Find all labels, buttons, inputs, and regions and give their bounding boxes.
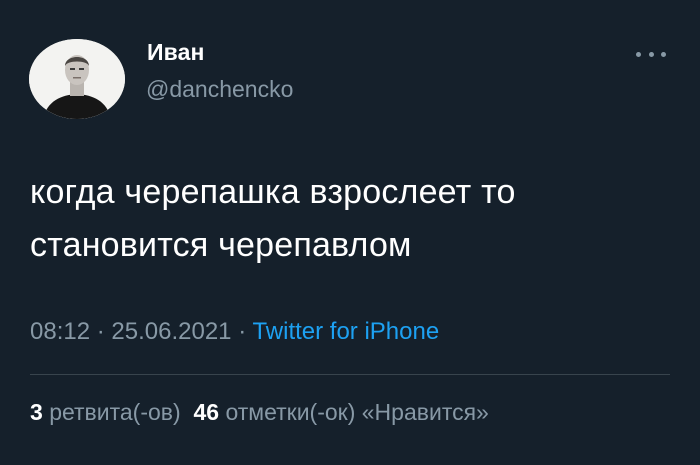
tweet-text-line: когда черепашка взрослеет то (30, 173, 516, 211)
profile-photo (29, 39, 125, 119)
retweets-count: 3 (30, 399, 43, 425)
likes-stat[interactable]: 46 отметки(-ок) «Нравится» (193, 399, 488, 425)
retweets-stat[interactable]: 3 ретвита(-ов) (30, 399, 181, 425)
tweet-card: Иван @danchencko когда черепашка взросле… (0, 0, 700, 465)
tweet-date[interactable]: 25.06.2021 (111, 318, 231, 345)
retweets-label: ретвита(-ов) (49, 399, 181, 425)
meta-separator: · (96, 318, 105, 345)
divider (30, 374, 670, 375)
tweet-source-link[interactable]: Twitter for iPhone (252, 318, 439, 345)
dot (636, 51, 641, 57)
display-name[interactable]: Иван (147, 39, 204, 66)
likes-count: 46 (193, 399, 220, 425)
tweet-text-line: становится черепавлом (30, 226, 412, 264)
tweet-time[interactable]: 08:12 (30, 318, 90, 345)
tweet-meta: 08:12 · 25.06.2021 · Twitter for iPhone (30, 318, 439, 346)
tweet-text: когда черепашка взрослеет то становится … (30, 166, 650, 272)
dot (648, 51, 654, 57)
user-handle[interactable]: @danchencko (146, 76, 293, 103)
more-dots-icon[interactable] (636, 46, 666, 62)
likes-label: отметки(-ок) «Нравится» (225, 399, 489, 425)
dot (661, 51, 666, 57)
tweet-stats: 3 ретвита(-ов) 46 отметки(-ок) «Нравится… (30, 399, 489, 426)
meta-separator: · (238, 318, 247, 345)
avatar[interactable] (29, 39, 125, 119)
